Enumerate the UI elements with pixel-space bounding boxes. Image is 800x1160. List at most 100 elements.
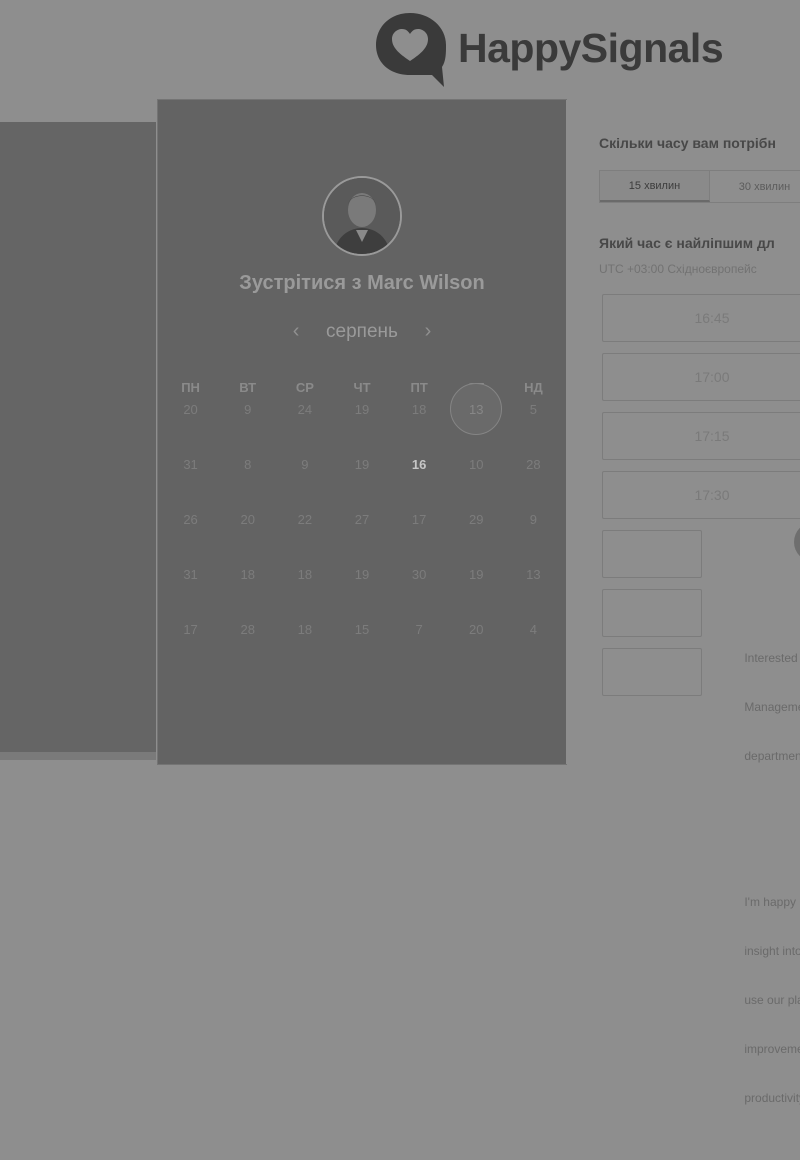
- calendar-day-selected[interactable]: 13: [448, 383, 505, 451]
- calendar-day-number: 10: [469, 457, 484, 472]
- calendar-day-number: 9: [244, 402, 252, 417]
- time-question: Який час є найліпшим дл: [599, 235, 775, 251]
- month-navigation: ‹ серпень ›: [158, 320, 566, 343]
- calendar-day-number: 24: [297, 402, 313, 417]
- calendar-day-number: 8: [244, 457, 252, 472]
- calendar-day[interactable]: 13: [505, 561, 562, 616]
- calendar-day-number: 9: [301, 457, 309, 472]
- calendar-day-number: 17: [183, 622, 198, 637]
- time-slot[interactable]: [602, 648, 702, 696]
- calendar-day-number: 4: [529, 622, 538, 637]
- calendar-day[interactable]: 28: [219, 616, 276, 671]
- calendar-day-number: 20: [183, 402, 198, 417]
- info-line: improveme: [744, 1042, 800, 1056]
- info-line: I'm happy: [744, 895, 796, 909]
- weekday-label: ВТ: [239, 380, 257, 395]
- calendar-day-number: 28: [526, 457, 541, 472]
- calendar-day-number: 13: [469, 402, 484, 417]
- calendar-day[interactable]: 29: [448, 506, 505, 561]
- duration-option-30[interactable]: 30 хвилин: [710, 171, 800, 202]
- calendar-day[interactable]: 18: [391, 396, 448, 451]
- calendar-day-number: 19: [354, 402, 370, 417]
- weekday-label: ПН: [181, 380, 200, 395]
- calendar-day[interactable]: 7: [391, 616, 448, 671]
- calendar-day[interactable]: 9: [219, 396, 276, 451]
- weekday-label: ПТ: [410, 380, 428, 395]
- avatar: [322, 176, 402, 256]
- calendar-day[interactable]: 26: [162, 506, 219, 561]
- time-slot[interactable]: 17:15: [602, 412, 800, 460]
- calendar-day[interactable]: 19: [333, 396, 390, 451]
- prev-month-icon[interactable]: ‹: [286, 320, 306, 343]
- weekday-label: ЧТ: [353, 380, 371, 395]
- calendar-day[interactable]: 16: [391, 451, 448, 506]
- left-panel: [0, 122, 156, 752]
- person-icon: [324, 178, 400, 254]
- meeting-title: Зустрітися з Marc Wilson: [239, 272, 485, 294]
- calendar-day-number: 18: [297, 567, 313, 582]
- weekday-label: СР: [295, 380, 314, 395]
- info-line: insight into: [744, 944, 800, 958]
- calendar-day-number: 20: [240, 512, 255, 527]
- calendar-day-number: 26: [183, 512, 198, 527]
- info-line: departmen: [744, 748, 800, 763]
- calendar-day[interactable]: 19: [448, 561, 505, 616]
- time-slot[interactable]: 17:00: [602, 353, 800, 401]
- calendar-day[interactable]: 31: [162, 451, 219, 506]
- timezone-label: UTC +03:00 Східноєвропейс: [599, 262, 757, 276]
- calendar-day[interactable]: 20: [162, 396, 219, 451]
- calendar-day[interactable]: 24: [276, 396, 333, 451]
- time-slot[interactable]: [602, 589, 702, 637]
- calendar-day-number: 15: [354, 622, 370, 637]
- calendar-day-number: 31: [183, 457, 198, 472]
- calendar-day[interactable]: 27: [333, 506, 390, 561]
- calendar-day[interactable]: 5: [505, 396, 562, 451]
- calendar-day[interactable]: 17: [391, 506, 448, 561]
- calendar-day[interactable]: 20: [448, 616, 505, 671]
- next-month-icon[interactable]: ›: [418, 320, 438, 343]
- calendar-day[interactable]: 19: [333, 451, 390, 506]
- calendar-day-number: 19: [354, 457, 370, 472]
- calendar-day[interactable]: 4: [505, 616, 562, 671]
- brand-name: HappySignals: [458, 24, 724, 71]
- calendar-day[interactable]: 22: [276, 506, 333, 561]
- calendar-panel: Зустрітися з Marc Wilson ‹ серпень › ПН …: [158, 100, 566, 764]
- calendar-day[interactable]: 19: [333, 561, 390, 616]
- calendar-days-grid: 20 9 24 19 18 13 5 31 8 9 19 16 10 28 26 20 22 27 17 29 9 31 1…: [162, 383, 562, 671]
- calendar-day[interactable]: 20: [219, 506, 276, 561]
- calendar-day-number: 18: [411, 402, 427, 417]
- calendar-day-number: 27: [354, 512, 370, 527]
- time-slot[interactable]: 17:30: [602, 471, 800, 519]
- duration-question: Скільки часу вам потрібн: [599, 135, 776, 151]
- weekday-header: ПН ВТ СР ЧТ ПТ СБ НД: [162, 380, 562, 395]
- calendar-day[interactable]: 9: [505, 506, 562, 561]
- calendar-day-number: 5: [529, 402, 538, 417]
- calendar-day-number: 19: [469, 567, 484, 582]
- duration-selector: 15 хвилин 30 хвилин: [599, 170, 800, 203]
- time-slot[interactable]: 16:45: [602, 294, 800, 342]
- chat-heart-icon: [376, 13, 446, 87]
- calendar-day-number: 18: [240, 567, 255, 582]
- calendar-day[interactable]: 8: [219, 451, 276, 506]
- time-slot[interactable]: [602, 530, 702, 578]
- calendar-day[interactable]: 17: [162, 616, 219, 671]
- calendar-day[interactable]: 30: [391, 561, 448, 616]
- calendar-day[interactable]: 31: [162, 561, 219, 616]
- calendar-day-number: 16: [411, 457, 427, 472]
- calendar-day-number: 17: [411, 512, 427, 527]
- calendar-day-number: 18: [297, 622, 313, 637]
- calendar-day[interactable]: 18: [219, 561, 276, 616]
- calendar-day-number: 30: [411, 567, 427, 582]
- calendar-day-number: 28: [240, 622, 255, 637]
- calendar-day-number: 7: [415, 622, 423, 637]
- calendar-day[interactable]: 10: [448, 451, 505, 506]
- calendar-day[interactable]: 9: [276, 451, 333, 506]
- calendar-day[interactable]: 18: [276, 616, 333, 671]
- duration-option-15[interactable]: 15 хвилин: [600, 171, 710, 202]
- calendar-day[interactable]: 18: [276, 561, 333, 616]
- calendar-day[interactable]: 15: [333, 616, 390, 671]
- info-line: productivity: [744, 1091, 800, 1105]
- calendar-day-number: 31: [183, 567, 198, 582]
- calendar-day[interactable]: 28: [505, 451, 562, 506]
- month-label: серпень: [326, 320, 398, 342]
